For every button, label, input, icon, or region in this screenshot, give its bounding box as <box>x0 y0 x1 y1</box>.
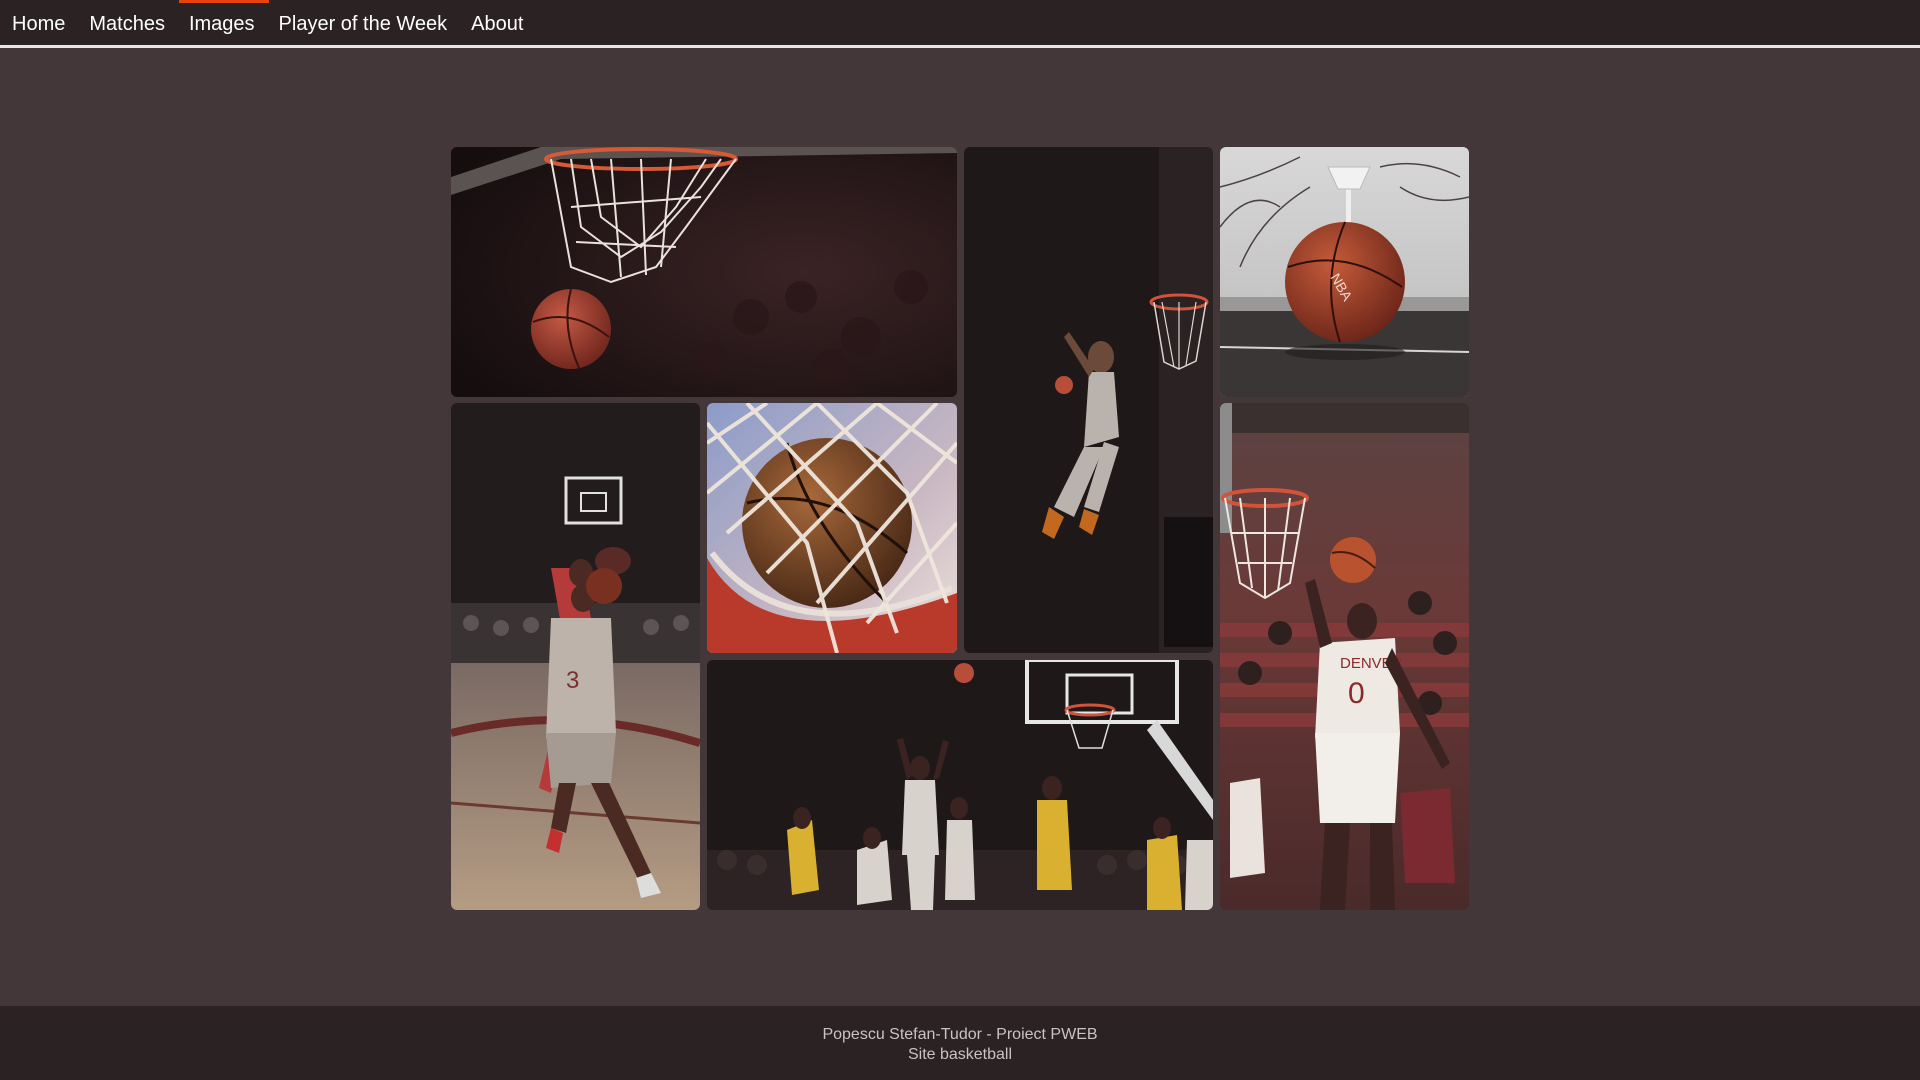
svg-text:3: 3 <box>566 667 579 694</box>
gallery-image-dunk-dark[interactable] <box>964 147 1213 653</box>
denver-player-dunk-photo: DENVER 0 <box>1220 403 1469 910</box>
footer-line-site: Site basketball <box>907 1046 1013 1063</box>
ball-net-closeup-photo <box>707 403 957 653</box>
free-throw-photo <box>707 660 1213 910</box>
gallery-image-pioneers-player[interactable]: 3 <box>451 403 700 910</box>
image-gallery: NBA 3 DENVER 0 <box>0 0 1920 1080</box>
footer-text: Popescu Stefan-Tudor - Proiect PWEB Site… <box>0 1025 1920 1065</box>
player-drive-photo: 3 <box>451 403 700 910</box>
footer-line-author: Popescu Stefan-Tudor - Proiect PWEB <box>822 1026 1098 1043</box>
footer: Popescu Stefan-Tudor - Proiect PWEB Site… <box>0 1006 1920 1080</box>
nba-ball-photo: NBA <box>1220 147 1469 397</box>
basketball-rim-photo <box>451 147 957 397</box>
player-dunk-photo <box>964 147 1213 653</box>
gallery-image-rim-ball[interactable] <box>451 147 957 397</box>
gallery-image-ball-in-net[interactable] <box>707 403 957 653</box>
gallery-image-denver-dunk[interactable]: DENVER 0 <box>1220 403 1469 910</box>
svg-text:0: 0 <box>1348 677 1365 710</box>
gallery-image-free-throw[interactable] <box>707 660 1213 910</box>
gallery-image-spalding-ball[interactable]: NBA <box>1220 147 1469 397</box>
